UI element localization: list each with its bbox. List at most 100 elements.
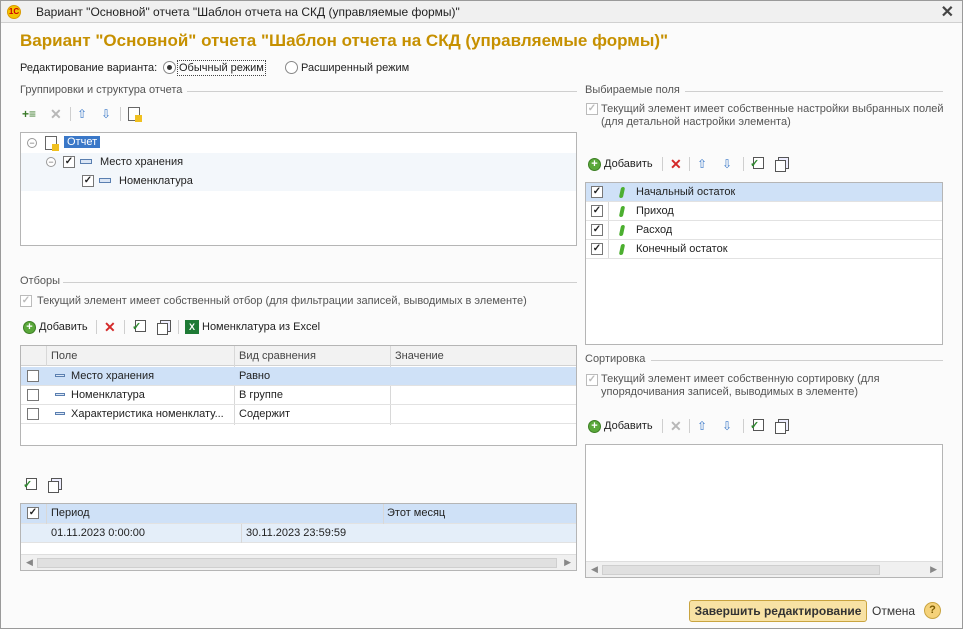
delete-icon: ✕ bbox=[670, 155, 682, 172]
uncheck-all-button[interactable] bbox=[157, 318, 171, 336]
param-checkbox[interactable]: ✓ bbox=[27, 507, 39, 519]
column-header-field[interactable]: Поле bbox=[51, 350, 77, 362]
delete-icon: ✕ bbox=[670, 417, 682, 434]
move-down-button[interactable]: ⇩ bbox=[101, 105, 111, 123]
cell-comparison[interactable]: В группе bbox=[239, 389, 387, 401]
toolbar-separator bbox=[70, 107, 71, 121]
fields-check-all-button[interactable] bbox=[750, 155, 764, 173]
report-icon bbox=[45, 136, 59, 151]
column-divider bbox=[241, 524, 242, 543]
scroll-left-icon[interactable]: ◀ bbox=[26, 557, 33, 568]
resource-icon bbox=[618, 244, 626, 255]
delete-field-button[interactable]: ✕ bbox=[670, 155, 682, 173]
nomenclature-from-excel-button[interactable]: X Номенклатура из Excel bbox=[185, 318, 320, 336]
own-sorting-checkbox[interactable]: ✓ bbox=[586, 374, 598, 386]
cancel-button[interactable]: Отмена bbox=[872, 604, 915, 618]
tree-node-label: Место хранения bbox=[100, 156, 184, 168]
list-item[interactable]: ✓ Расход bbox=[586, 221, 942, 240]
add-sorting-button[interactable]: + Добавить bbox=[588, 417, 653, 435]
field-checkbox[interactable]: ✓ bbox=[591, 186, 603, 198]
delete-icon: ✕ bbox=[50, 105, 62, 122]
params-uncheck-all-button[interactable] bbox=[48, 476, 62, 494]
column-header-comparison[interactable]: Вид сравнения bbox=[239, 350, 316, 362]
help-icon[interactable]: ? bbox=[924, 602, 941, 619]
tree-node-checkbox[interactable]: ✓ bbox=[82, 175, 94, 187]
delete-sorting-button[interactable]: ✕ bbox=[670, 417, 682, 435]
period-start[interactable]: 01.11.2023 0:00:00 bbox=[51, 527, 145, 539]
table-row[interactable]: Характеристика номенклату... Содержит bbox=[21, 405, 576, 424]
tree-row-nomenclature[interactable]: ✓ Номенклатура bbox=[21, 172, 576, 191]
filters-table-header: Поле Вид сравнения Значение bbox=[21, 346, 576, 366]
own-selected-fields-checkbox[interactable]: ✓ bbox=[586, 103, 598, 115]
sorting-uncheck-all-button[interactable] bbox=[775, 417, 789, 435]
list-item[interactable]: ✓ Начальный остаток bbox=[586, 183, 942, 202]
arrow-down-icon: ⇩ bbox=[722, 157, 733, 171]
uncheck-all-icon bbox=[48, 478, 62, 493]
cell-comparison[interactable]: Содержит bbox=[239, 408, 387, 420]
fields-uncheck-all-button[interactable] bbox=[775, 155, 789, 173]
params-table: ✓ Период Этот месяц 01.11.2023 0:00:00 3… bbox=[20, 503, 577, 571]
scroll-right-icon[interactable]: ▶ bbox=[564, 557, 571, 568]
field-checkbox[interactable]: ✓ bbox=[591, 205, 603, 217]
params-toolbar bbox=[20, 476, 120, 494]
close-icon[interactable]: ✕ bbox=[941, 2, 954, 22]
delete-filter-button[interactable]: ✕ bbox=[104, 318, 116, 336]
param-value[interactable]: Этот месяц bbox=[387, 507, 445, 519]
field-checkbox[interactable]: ✓ bbox=[591, 243, 603, 255]
add-grouping-button[interactable]: +≡ bbox=[22, 105, 36, 123]
row-checkbox[interactable] bbox=[27, 389, 39, 401]
toolbar-separator bbox=[96, 320, 97, 334]
radio-extended-mode[interactable] bbox=[285, 61, 298, 74]
sorting-move-down-button[interactable]: ⇩ bbox=[722, 417, 732, 435]
structure-settings-button[interactable] bbox=[128, 105, 142, 123]
field-move-up-button[interactable]: ⇧ bbox=[697, 155, 707, 173]
finish-editing-button[interactable]: Завершить редактирование bbox=[689, 600, 867, 622]
field-checkbox[interactable]: ✓ bbox=[591, 224, 603, 236]
table-row[interactable]: Номенклатура В группе bbox=[21, 386, 576, 405]
horizontal-scrollbar[interactable]: ◀ ▶ bbox=[21, 554, 576, 570]
uncheck-all-icon bbox=[775, 419, 789, 434]
row-checkbox[interactable] bbox=[27, 408, 39, 420]
cell-comparison[interactable]: Равно bbox=[239, 370, 387, 382]
delete-grouping-button[interactable]: ✕ bbox=[50, 105, 62, 123]
tree-row-storage[interactable]: − ✓ Место хранения bbox=[21, 153, 576, 172]
sorting-check-all-button[interactable] bbox=[750, 417, 764, 435]
params-check-all-button[interactable] bbox=[23, 476, 37, 494]
check-all-icon bbox=[132, 320, 146, 334]
scroll-right-icon[interactable]: ▶ bbox=[930, 564, 937, 575]
scroll-thumb[interactable] bbox=[602, 565, 880, 575]
field-icon bbox=[55, 393, 65, 396]
tree-node-checkbox[interactable]: ✓ bbox=[63, 156, 75, 168]
period-end[interactable]: 30.11.2023 23:59:59 bbox=[246, 527, 346, 539]
list-item[interactable]: ✓ Приход bbox=[586, 202, 942, 221]
collapse-icon[interactable]: − bbox=[46, 157, 56, 167]
move-up-button[interactable]: ⇧ bbox=[77, 105, 87, 123]
scroll-left-icon[interactable]: ◀ bbox=[591, 564, 598, 575]
list-item[interactable]: ✓ Конечный остаток bbox=[586, 240, 942, 259]
table-row[interactable]: Место хранения Равно bbox=[21, 367, 576, 386]
row-checkbox[interactable] bbox=[27, 370, 39, 382]
excel-icon: X bbox=[185, 320, 199, 334]
sorting-move-up-button[interactable]: ⇧ bbox=[697, 417, 707, 435]
toolbar-separator bbox=[743, 419, 744, 433]
add-field-button[interactable]: + Добавить bbox=[588, 155, 653, 173]
selected-fields-divider bbox=[685, 91, 943, 92]
horizontal-scrollbar[interactable]: ◀ ▶ bbox=[586, 561, 942, 577]
param-period-row[interactable]: 01.11.2023 0:00:00 30.11.2023 23:59:59 bbox=[21, 524, 576, 543]
param-row[interactable]: ✓ Период Этот месяц bbox=[21, 504, 576, 524]
radio-extended-mode-label[interactable]: Расширенный режим bbox=[301, 62, 409, 74]
from-excel-label: Номенклатура из Excel bbox=[202, 321, 321, 333]
scroll-thumb[interactable] bbox=[37, 558, 557, 568]
add-filter-button[interactable]: + Добавить bbox=[23, 318, 88, 336]
radio-normal-mode[interactable] bbox=[163, 61, 176, 74]
tree-row-report[interactable]: − Отчет bbox=[21, 134, 576, 153]
column-header-value[interactable]: Значение bbox=[395, 350, 444, 362]
collapse-icon[interactable]: − bbox=[27, 138, 37, 148]
add-field-label: Добавить bbox=[604, 158, 653, 170]
own-filter-checkbox[interactable]: ✓ bbox=[20, 295, 32, 307]
check-all-button[interactable] bbox=[132, 318, 146, 336]
radio-normal-mode-label[interactable]: Обычный режим bbox=[177, 60, 266, 76]
own-selected-fields-note: Текущий элемент имеет собственные настро… bbox=[601, 103, 944, 128]
field-move-down-button[interactable]: ⇩ bbox=[722, 155, 732, 173]
uncheck-all-icon bbox=[157, 320, 171, 335]
